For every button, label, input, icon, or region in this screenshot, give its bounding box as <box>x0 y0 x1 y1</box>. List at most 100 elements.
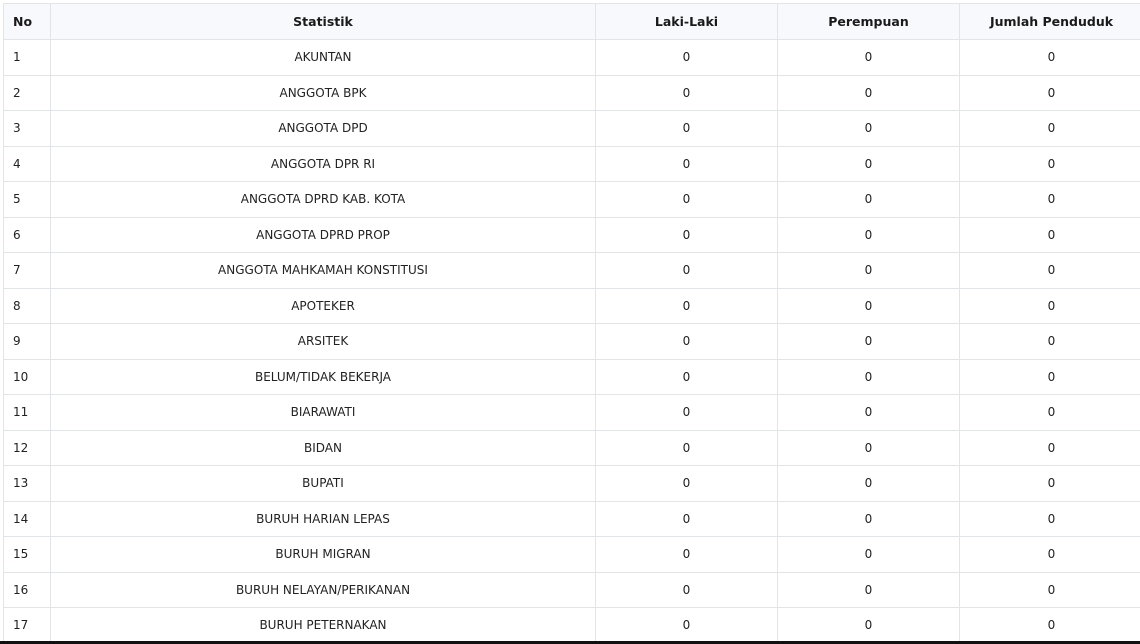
cell-no: 14 <box>3 500 51 537</box>
cell-no: 7 <box>3 252 51 289</box>
cell-perempuan: 0 <box>777 394 960 431</box>
cell-laki-laki: 0 <box>595 571 778 608</box>
cell-jumlah-penduduk: 0 <box>959 287 1140 324</box>
cell-perempuan: 0 <box>777 252 960 289</box>
cell-laki-laki: 0 <box>595 252 778 289</box>
table-row: 5 ANGGOTA DPRD KAB. KOTA 0 0 0 <box>3 181 1140 218</box>
cell-jumlah-penduduk: 0 <box>959 429 1140 466</box>
cell-jumlah-penduduk: 0 <box>959 181 1140 218</box>
cell-laki-laki: 0 <box>595 536 778 573</box>
cell-laki-laki: 0 <box>595 216 778 253</box>
cell-perempuan: 0 <box>777 39 960 76</box>
cell-laki-laki: 0 <box>595 607 778 644</box>
table-row: 17 BURUH PETERNAKAN 0 0 0 <box>3 607 1140 644</box>
cell-jumlah-penduduk: 0 <box>959 216 1140 253</box>
header-jumlah-penduduk[interactable]: Jumlah Penduduk <box>959 3 1140 40</box>
cell-no: 1 <box>3 39 51 76</box>
cell-jumlah-penduduk: 0 <box>959 465 1140 502</box>
cell-jumlah-penduduk: 0 <box>959 358 1140 395</box>
cell-statistik: ARSITEK <box>50 323 596 360</box>
header-statistik[interactable]: Statistik <box>50 3 596 40</box>
cell-perempuan: 0 <box>777 287 960 324</box>
cell-no: 10 <box>3 358 51 395</box>
cell-statistik: ANGGOTA DPD <box>50 110 596 147</box>
cell-statistik: BUPATI <box>50 465 596 502</box>
table-row: 6 ANGGOTA DPRD PROP 0 0 0 <box>3 216 1140 253</box>
cell-jumlah-penduduk: 0 <box>959 500 1140 537</box>
cell-jumlah-penduduk: 0 <box>959 74 1140 111</box>
cell-jumlah-penduduk: 0 <box>959 323 1140 360</box>
cell-laki-laki: 0 <box>595 500 778 537</box>
table-row: 11 BIARAWATI 0 0 0 <box>3 394 1140 431</box>
cell-laki-laki: 0 <box>595 110 778 147</box>
cell-no: 13 <box>3 465 51 502</box>
header-no[interactable]: No <box>3 3 51 40</box>
cell-laki-laki: 0 <box>595 287 778 324</box>
cell-statistik: BURUH NELAYAN/PERIKANAN <box>50 571 596 608</box>
table-row: 3 ANGGOTA DPD 0 0 0 <box>3 110 1140 147</box>
table-row: 9 ARSITEK 0 0 0 <box>3 323 1140 360</box>
cell-jumlah-penduduk: 0 <box>959 571 1140 608</box>
cell-perempuan: 0 <box>777 500 960 537</box>
cell-statistik: ANGGOTA DPR RI <box>50 145 596 182</box>
cell-perempuan: 0 <box>777 429 960 466</box>
cell-no: 5 <box>3 181 51 218</box>
cell-perempuan: 0 <box>777 110 960 147</box>
cell-statistik: AKUNTAN <box>50 39 596 76</box>
cell-statistik: APOTEKER <box>50 287 596 324</box>
cell-statistik: ANGGOTA BPK <box>50 74 596 111</box>
cell-no: 16 <box>3 571 51 608</box>
cell-laki-laki: 0 <box>595 39 778 76</box>
cell-no: 17 <box>3 607 51 644</box>
cell-statistik: ANGGOTA DPRD PROP <box>50 216 596 253</box>
cell-statistik: BURUH PETERNAKAN <box>50 607 596 644</box>
header-perempuan[interactable]: Perempuan <box>777 3 960 40</box>
header-row: No Statistik Laki-Laki Perempuan Jumlah … <box>3 3 1140 40</box>
cell-perempuan: 0 <box>777 145 960 182</box>
cell-no: 9 <box>3 323 51 360</box>
cell-laki-laki: 0 <box>595 181 778 218</box>
cell-statistik: ANGGOTA MAHKAMAH KONSTITUSI <box>50 252 596 289</box>
statistics-table: No Statistik Laki-Laki Perempuan Jumlah … <box>3 3 1140 644</box>
cell-jumlah-penduduk: 0 <box>959 252 1140 289</box>
table-header: No Statistik Laki-Laki Perempuan Jumlah … <box>3 3 1140 40</box>
cell-statistik: BURUH MIGRAN <box>50 536 596 573</box>
table-row: 7 ANGGOTA MAHKAMAH KONSTITUSI 0 0 0 <box>3 252 1140 289</box>
table-row: 4 ANGGOTA DPR RI 0 0 0 <box>3 145 1140 182</box>
cell-no: 12 <box>3 429 51 466</box>
cell-no: 15 <box>3 536 51 573</box>
table-row: 1 AKUNTAN 0 0 0 <box>3 39 1140 76</box>
cell-no: 4 <box>3 145 51 182</box>
header-laki-laki[interactable]: Laki-Laki <box>595 3 778 40</box>
cell-no: 3 <box>3 110 51 147</box>
cell-jumlah-penduduk: 0 <box>959 607 1140 644</box>
cell-jumlah-penduduk: 0 <box>959 394 1140 431</box>
cell-perempuan: 0 <box>777 536 960 573</box>
cell-jumlah-penduduk: 0 <box>959 110 1140 147</box>
cell-perempuan: 0 <box>777 358 960 395</box>
table-row: 16 BURUH NELAYAN/PERIKANAN 0 0 0 <box>3 571 1140 608</box>
cell-perempuan: 0 <box>777 74 960 111</box>
cell-laki-laki: 0 <box>595 465 778 502</box>
cell-no: 2 <box>3 74 51 111</box>
cell-statistik: BURUH HARIAN LEPAS <box>50 500 596 537</box>
cell-statistik: BIARAWATI <box>50 394 596 431</box>
table-row: 2 ANGGOTA BPK 0 0 0 <box>3 74 1140 111</box>
cell-statistik: ANGGOTA DPRD KAB. KOTA <box>50 181 596 218</box>
cell-laki-laki: 0 <box>595 323 778 360</box>
cell-laki-laki: 0 <box>595 429 778 466</box>
cell-perempuan: 0 <box>777 607 960 644</box>
cell-no: 8 <box>3 287 51 324</box>
table-row: 10 BELUM/TIDAK BEKERJA 0 0 0 <box>3 358 1140 395</box>
cell-laki-laki: 0 <box>595 358 778 395</box>
cell-perempuan: 0 <box>777 571 960 608</box>
table-row: 15 BURUH MIGRAN 0 0 0 <box>3 536 1140 573</box>
cell-statistik: BELUM/TIDAK BEKERJA <box>50 358 596 395</box>
table-row: 13 BUPATI 0 0 0 <box>3 465 1140 502</box>
cell-jumlah-penduduk: 0 <box>959 145 1140 182</box>
cell-jumlah-penduduk: 0 <box>959 39 1140 76</box>
cell-laki-laki: 0 <box>595 74 778 111</box>
cell-statistik: BIDAN <box>50 429 596 466</box>
table-body: 1 AKUNTAN 0 0 0 2 ANGGOTA BPK 0 0 0 3 ANGGOTA DPD 0 0… <box>3 39 1140 644</box>
table-row: 14 BURUH HARIAN LEPAS 0 0 0 <box>3 500 1140 537</box>
